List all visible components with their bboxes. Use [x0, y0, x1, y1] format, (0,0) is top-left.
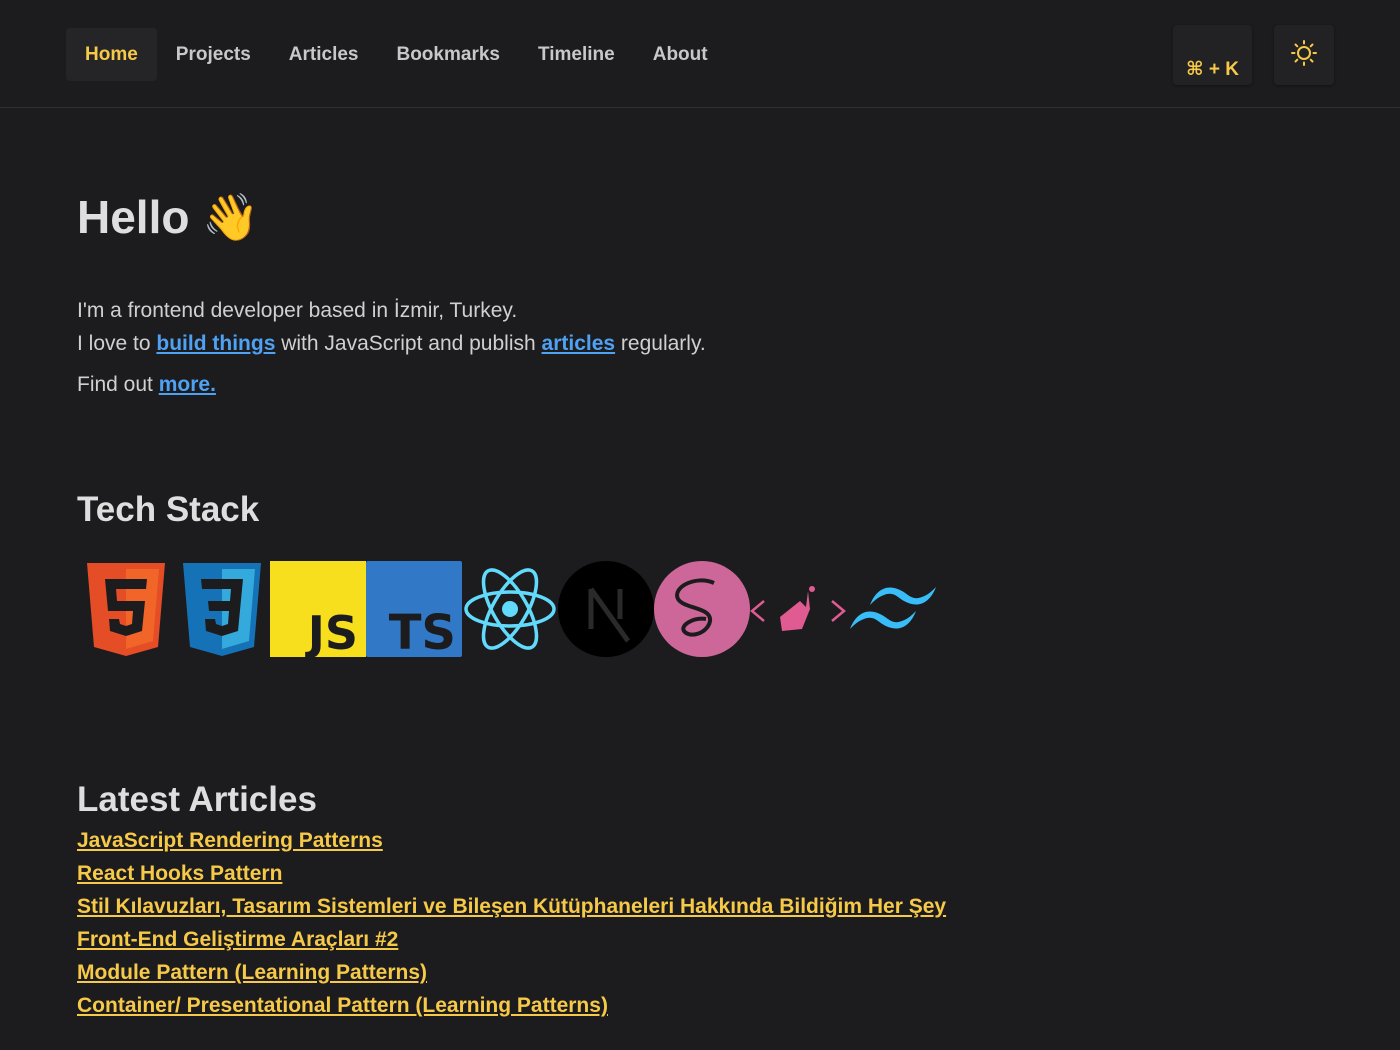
command-palette-button[interactable]: ⌘ + K — [1173, 25, 1252, 85]
nav-bookmarks[interactable]: Bookmarks — [377, 28, 519, 81]
latest-articles-list: JavaScript Rendering Patterns React Hook… — [77, 826, 946, 1024]
article-link[interactable]: Module Pattern (Learning Patterns) — [77, 958, 946, 991]
article-link[interactable]: React Hooks Pattern — [77, 859, 946, 892]
intro-line-2-post: regularly. — [615, 332, 706, 355]
site-header: Home Projects Articles Bookmarks Timelin… — [0, 0, 1400, 108]
theme-toggle-button[interactable] — [1274, 25, 1334, 85]
intro-line-2-pre: I love to — [77, 332, 157, 355]
build-things-link[interactable]: build things — [156, 332, 275, 355]
html5-icon — [78, 560, 174, 658]
intro-line-2-mid: with JavaScript and publish — [275, 332, 542, 355]
nextjs-icon — [558, 560, 654, 658]
nav-home[interactable]: Home — [66, 28, 157, 81]
article-link[interactable]: Front-End Geliştirme Araçları #2 — [77, 925, 946, 958]
intro-line-1: I'm a frontend developer based in İzmir,… — [77, 299, 518, 322]
javascript-icon: JS — [270, 560, 366, 658]
article-link[interactable]: Container/ Presentational Pattern (Learn… — [77, 991, 946, 1024]
articles-link[interactable]: articles — [542, 332, 616, 355]
sass-icon — [654, 560, 750, 658]
tech-stack-title: Tech Stack — [77, 490, 260, 529]
nav-articles[interactable]: Articles — [270, 28, 378, 81]
nav-about[interactable]: About — [634, 28, 727, 81]
nav-timeline[interactable]: Timeline — [519, 28, 634, 81]
nav-projects[interactable]: Projects — [157, 28, 270, 81]
hero-greeting: Hello 👋 — [77, 191, 260, 243]
sun-icon — [1290, 39, 1318, 72]
latest-articles-title: Latest Articles — [77, 780, 317, 819]
article-link[interactable]: Stil Kılavuzları, Tasarım Sistemleri ve … — [77, 892, 946, 925]
svg-text:JS: JS — [305, 606, 358, 657]
typescript-icon: TS — [366, 560, 462, 658]
css3-icon — [174, 560, 270, 658]
command-shortcut-label: ⌘ + K — [1185, 59, 1239, 80]
findout-pre: Find out — [77, 373, 159, 396]
main-nav: Home Projects Articles Bookmarks Timelin… — [66, 28, 727, 81]
svg-text:TS: TS — [389, 605, 456, 657]
find-out-more: Find out more. — [77, 373, 216, 397]
react-icon — [462, 560, 558, 658]
hero-intro: I'm a frontend developer based in İzmir,… — [77, 294, 706, 360]
more-link[interactable]: more. — [159, 373, 216, 396]
tech-stack-logos: JS TS — [78, 560, 942, 658]
tailwind-icon — [846, 560, 942, 658]
storybook-icon — [750, 560, 846, 658]
article-link[interactable]: JavaScript Rendering Patterns — [77, 826, 946, 859]
